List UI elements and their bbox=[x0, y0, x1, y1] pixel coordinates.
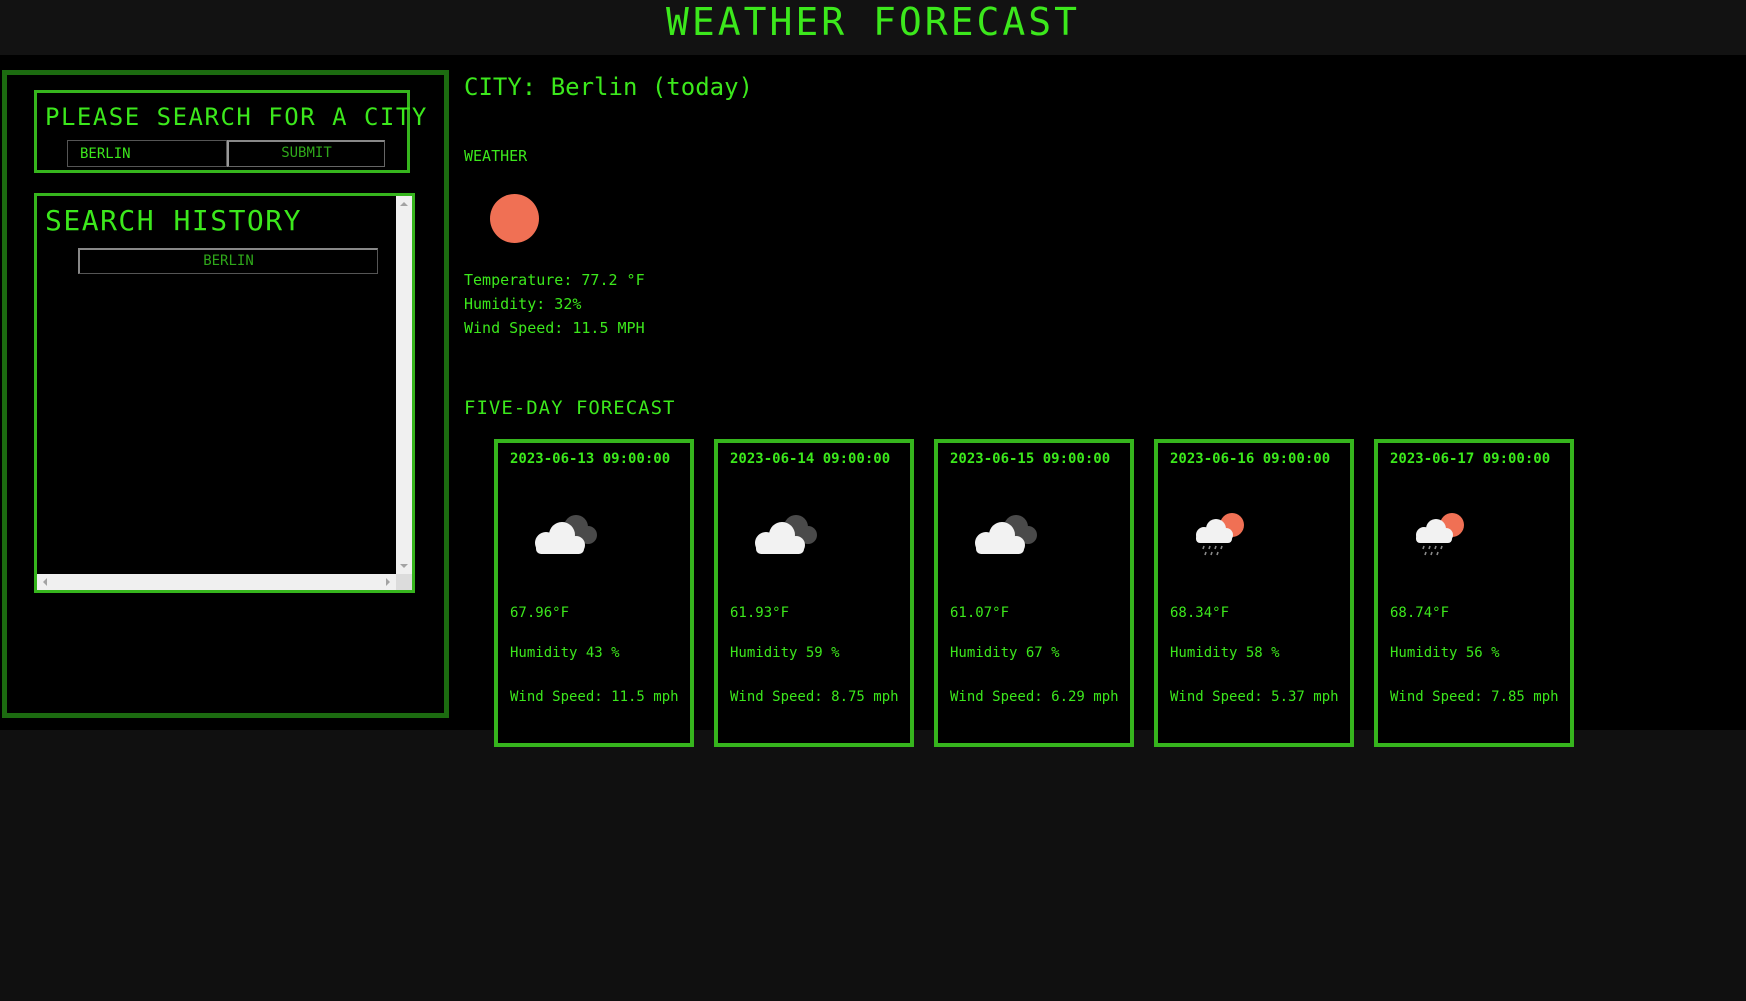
forecast-humidity: Humidity 43 % bbox=[510, 645, 620, 661]
submit-button[interactable]: SUBMIT bbox=[227, 140, 385, 167]
scroll-up-icon[interactable] bbox=[400, 202, 408, 206]
forecast-date: 2023-06-15 09:00:00 bbox=[950, 451, 1111, 467]
page-header: WEATHER FORECAST bbox=[0, 0, 1746, 55]
forecast-wind-speed: Wind Speed: 6.29 mph bbox=[950, 689, 1119, 705]
forecast-humidity: Humidity 59 % bbox=[730, 645, 840, 661]
search-history-panel: SEARCH HISTORY BERLIN bbox=[34, 193, 415, 593]
horizontal-scrollbar[interactable] bbox=[37, 574, 396, 590]
city-search-input[interactable] bbox=[67, 140, 227, 167]
forecast-date: 2023-06-14 09:00:00 bbox=[730, 451, 891, 467]
forecast-card: 2023-06-16 09:00:00 68.34°F Humidity 58 … bbox=[1154, 439, 1354, 747]
sun-rain-icon bbox=[1416, 513, 1464, 556]
forecast-date: 2023-06-17 09:00:00 bbox=[1390, 451, 1551, 467]
current-humidity: Humidity: 32% bbox=[464, 295, 582, 313]
history-item[interactable]: BERLIN bbox=[78, 248, 378, 274]
cloudy-icon bbox=[535, 515, 597, 554]
forecast-humidity: Humidity 56 % bbox=[1390, 645, 1500, 661]
current-temperature: Temperature: 77.2 °F bbox=[464, 271, 645, 289]
cloudy-icon bbox=[975, 515, 1037, 554]
cloudy-icon bbox=[755, 515, 817, 554]
forecast-wind-speed: Wind Speed: 5.37 mph bbox=[1170, 689, 1339, 705]
forecast-wind-speed: Wind Speed: 7.85 mph bbox=[1390, 689, 1559, 705]
forecast-humidity: Humidity 67 % bbox=[950, 645, 1060, 661]
forecast-temperature: 68.34°F bbox=[1170, 605, 1230, 621]
scroll-corner bbox=[396, 574, 412, 590]
scroll-right-icon[interactable] bbox=[386, 578, 390, 586]
forecast-temperature: 67.96°F bbox=[510, 605, 570, 621]
forecast-date: 2023-06-13 09:00:00 bbox=[510, 451, 671, 467]
forecast-card: 2023-06-14 09:00:00 61.93°F Humidity 59 … bbox=[714, 439, 914, 747]
forecast-card: 2023-06-17 09:00:00 68.74°F Humidity 56 … bbox=[1374, 439, 1574, 747]
scroll-down-icon[interactable] bbox=[400, 564, 408, 568]
weather-label: WEATHER bbox=[464, 147, 528, 165]
forecast-temperature: 68.74°F bbox=[1390, 605, 1450, 621]
forecast-humidity: Humidity 58 % bbox=[1170, 645, 1280, 661]
forecast-card: 2023-06-15 09:00:00 61.07°F Humidity 67 … bbox=[934, 439, 1134, 747]
search-panel: PLEASE SEARCH FOR A CITY SUBMIT bbox=[34, 90, 426, 173]
sun-icon bbox=[490, 194, 539, 243]
search-heading: PLEASE SEARCH FOR A CITY bbox=[45, 103, 428, 131]
page-title: WEATHER FORECAST bbox=[665, 0, 1081, 44]
vertical-scrollbar[interactable] bbox=[396, 196, 412, 574]
forecast-wind-speed: Wind Speed: 8.75 mph bbox=[730, 689, 899, 705]
five-day-forecast-title: FIVE-DAY FORECAST bbox=[464, 397, 676, 419]
scroll-left-icon[interactable] bbox=[43, 578, 47, 586]
forecast-temperature: 61.07°F bbox=[950, 605, 1010, 621]
forecast-date: 2023-06-16 09:00:00 bbox=[1170, 451, 1331, 467]
forecast-wind-speed: Wind Speed: 11.5 mph bbox=[510, 689, 679, 705]
current-city-title: CITY: Berlin (today) bbox=[464, 73, 753, 101]
current-wind-speed: Wind Speed: 11.5 MPH bbox=[464, 319, 645, 337]
forecast-card: 2023-06-13 09:00:00 67.96°F Humidity 43 … bbox=[494, 439, 694, 747]
forecast-temperature: 61.93°F bbox=[730, 605, 790, 621]
sun-rain-icon bbox=[1196, 513, 1244, 556]
search-history-heading: SEARCH HISTORY bbox=[45, 204, 303, 237]
